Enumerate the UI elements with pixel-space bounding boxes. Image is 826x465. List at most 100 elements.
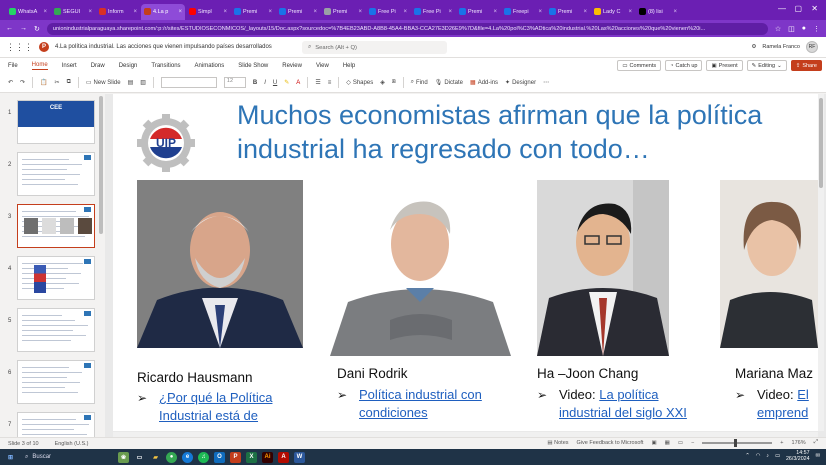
powerpoint-taskbar-icon[interactable]: P	[230, 451, 241, 463]
back-icon[interactable]: ←	[6, 25, 13, 32]
close-tab-icon[interactable]: ×	[88, 9, 92, 15]
close-tab-icon[interactable]: ×	[178, 9, 182, 15]
browser-tab[interactable]: Premi ×	[231, 4, 275, 20]
copy-button[interactable]: ⧉	[67, 79, 71, 86]
feedback-link[interactable]: Give Feedback to Microsoft	[577, 440, 644, 446]
zoom-slider[interactable]	[702, 438, 773, 447]
designer-button[interactable]: ✦ Designer	[505, 79, 536, 87]
browser-tab[interactable]: Premi ×	[321, 4, 365, 20]
url-field[interactable]: unionindustrialparaguaya.sharepoint.com/…	[46, 22, 768, 35]
avatar[interactable]: RF	[806, 41, 818, 53]
tab-design[interactable]: Design	[119, 63, 138, 69]
layout-button[interactable]: ▤	[128, 79, 134, 86]
excel-icon[interactable]: X	[246, 451, 257, 463]
slide-thumbnail[interactable]: 6	[5, 360, 101, 406]
file-explorer-icon[interactable]: ▰	[150, 452, 161, 463]
new-slide-button[interactable]: ▭ New Slide	[86, 79, 121, 87]
underline-button[interactable]: U	[273, 80, 277, 86]
browser-tab[interactable]: Free Pi ×	[366, 4, 410, 20]
share-button[interactable]: ⇪ Share	[790, 60, 822, 71]
close-window-icon[interactable]: ✕	[811, 4, 818, 13]
outlook-icon[interactable]: O	[214, 451, 225, 463]
tab-transitions[interactable]: Transitions	[151, 63, 180, 69]
present-button[interactable]: ▣ Present	[706, 60, 743, 71]
app-launcher-icon[interactable]: ⋮⋮⋮	[6, 42, 33, 53]
powerpoint-logo-icon[interactable]: P	[39, 42, 49, 52]
zoom-out-icon[interactable]: −	[691, 440, 694, 446]
shapes-button[interactable]: ◇ Shapes	[346, 79, 373, 87]
tab-review[interactable]: Review	[282, 63, 302, 69]
redo-button[interactable]: ↷	[20, 79, 25, 86]
cut-button[interactable]: ✂	[55, 79, 60, 86]
close-tab-icon[interactable]: ×	[313, 9, 317, 15]
close-tab-icon[interactable]: ×	[358, 9, 362, 15]
slide-thumbnail[interactable]: 5	[5, 308, 101, 354]
reading-view-icon[interactable]: ▭	[678, 440, 683, 446]
windows-start-icon[interactable]: ⊞	[5, 452, 16, 463]
browser-tab[interactable]: SEGUI ×	[51, 4, 95, 20]
browser-tab[interactable]: Premi ×	[276, 4, 320, 20]
section-button[interactable]: ▥	[140, 79, 146, 86]
taskbar-search[interactable]: ⌕ Buscar	[21, 451, 113, 463]
notes-button[interactable]: ▤ Notes	[547, 440, 568, 446]
close-tab-icon[interactable]: ×	[268, 9, 272, 15]
speaker-icon[interactable]: ♪	[766, 453, 769, 459]
notifications-icon[interactable]: ✉	[816, 453, 820, 459]
close-tab-icon[interactable]: ×	[673, 9, 677, 15]
italic-button[interactable]: I	[264, 80, 266, 86]
comments-button[interactable]: ▭ Comments	[617, 60, 662, 71]
browser-tab[interactable]: Lady C ×	[591, 4, 635, 20]
slide-thumbnail[interactable]: 2	[5, 152, 101, 198]
maximize-icon[interactable]: ▢	[794, 4, 802, 13]
browser-tab[interactable]: Inform ×	[96, 4, 140, 20]
tab-view[interactable]: View	[316, 63, 329, 69]
add-ins-button[interactable]: ▦ Add-ins	[470, 79, 498, 87]
slide-thumbnail[interactable]: 1 CEE	[5, 100, 101, 146]
word-icon[interactable]: W	[294, 451, 305, 463]
browser-tab[interactable]: Premi ×	[456, 4, 500, 20]
minimize-icon[interactable]: —	[778, 4, 786, 13]
close-tab-icon[interactable]: ×	[583, 9, 587, 15]
profile-icon[interactable]: ●	[802, 25, 806, 32]
chevron-up-icon[interactable]: ⌃	[745, 453, 749, 459]
highlight-button[interactable]: ✎	[284, 79, 289, 86]
slide-thumbnail[interactable]: 4	[5, 256, 101, 302]
tab-file[interactable]: File	[8, 63, 18, 69]
edge-icon[interactable]: e	[182, 451, 193, 463]
more-options-icon[interactable]: ⋯	[543, 79, 549, 86]
bullets-button[interactable]: ☰	[315, 79, 320, 86]
dictate-button[interactable]: 🎙 Dictate	[435, 79, 463, 87]
wifi-icon[interactable]: ◠	[756, 453, 761, 459]
language-indicator[interactable]: English (U.S.)	[55, 441, 89, 447]
normal-view-icon[interactable]: ▣	[651, 440, 656, 446]
shape-fill-button[interactable]: ◈	[380, 79, 385, 86]
close-tab-icon[interactable]: ×	[628, 9, 632, 15]
tab-help[interactable]: Help	[343, 63, 355, 69]
tab-draw[interactable]: Draw	[91, 63, 105, 69]
paste-button[interactable]: 📋	[40, 79, 47, 86]
tab-animations[interactable]: Animations	[195, 63, 225, 69]
close-tab-icon[interactable]: ×	[43, 9, 47, 15]
slide-thumbnail[interactable]: 3	[5, 204, 101, 250]
spotify-icon[interactable]: ♫	[198, 451, 209, 463]
tab-insert[interactable]: Insert	[62, 63, 77, 69]
bullet-link[interactable]: ¿Por qué la Política Industrial está de	[159, 389, 289, 425]
slide-thumbnail-panel[interactable]: 1 CEE 2 3 4 5 6 7	[0, 94, 104, 437]
sorter-view-icon[interactable]: ▦	[665, 440, 670, 446]
browser-menu-icon[interactable]: ⋮	[813, 25, 820, 33]
clock[interactable]: 14:57 26/3/2024	[786, 450, 810, 462]
catch-up-button[interactable]: ◔ Catch up	[665, 60, 703, 71]
browser-tab[interactable]: (8) lisi ×	[636, 4, 680, 20]
browser-tab[interactable]: WhatsA ×	[6, 4, 50, 20]
task-view-icon[interactable]: ▭	[134, 452, 145, 463]
browser-tab[interactable]: Freepi ×	[501, 4, 545, 20]
zoom-in-icon[interactable]: +	[780, 440, 783, 446]
editing-mode-button[interactable]: ✎ Editing ⌄	[746, 60, 787, 71]
undo-button[interactable]: ↶	[8, 79, 13, 86]
close-tab-icon[interactable]: ×	[403, 9, 407, 15]
settings-icon[interactable]: ⚙	[751, 44, 756, 50]
close-tab-icon[interactable]: ×	[448, 9, 452, 15]
close-tab-icon[interactable]: ×	[493, 9, 497, 15]
slide-title[interactable]: Muchos economistas afirman que la políti…	[237, 98, 817, 166]
forward-icon[interactable]: →	[20, 25, 27, 32]
